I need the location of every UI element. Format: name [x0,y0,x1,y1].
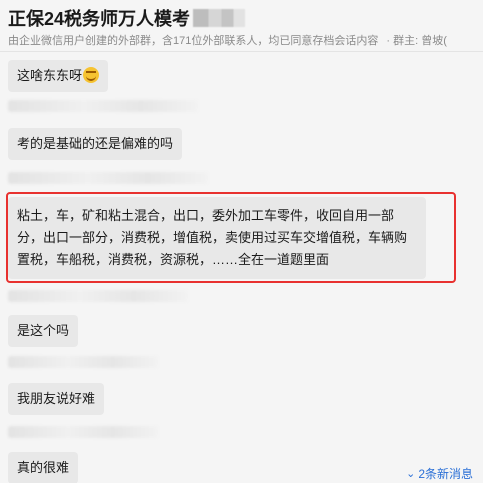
title-row: 正保24税务师万人模考 [8,5,246,31]
chat-header: 正保24税务师万人模考 由企业微信用户创建的外部群，含171位外部联系人，均已同… [0,0,483,52]
message-bubble[interactable]: 这啥东东呀 [8,60,109,92]
sender-name-redaction [8,290,188,302]
group-title[interactable]: 正保24税务师万人模考 [8,5,190,31]
message-text: 真的很难 [17,460,70,475]
face-with-hand-icon [83,67,100,83]
message-bubble[interactable]: 是这个吗 [8,315,79,347]
chat-window: 正保24税务师万人模考 由企业微信用户创建的外部群，含171位外部联系人，均已同… [0,0,483,483]
sender-name-redaction [8,426,158,438]
group-owner[interactable]: · 群主: 曾坡( [386,35,447,47]
new-messages-button[interactable]: ⌄ 2条新消息 [400,462,479,483]
sender-name-redaction [8,356,158,368]
title-redaction [193,9,246,27]
message-text: 这啥东东呀 [17,68,83,83]
message-bubble[interactable]: 粘土，车，矿和粘土混合，出口，委外加工车零件，收回自用一部分，出口一部分，消费税… [8,197,426,279]
group-description: 由企业微信用户创建的外部群，含171位外部联系人，均已同意存档会话内容 [8,35,379,47]
message-text: 我朋友说好难 [17,391,96,406]
message-list[interactable]: 这啥东东呀 考的是基础的还是偏难的吗 粘土，车，矿和粘土混合，出口，委外加工车零… [0,52,483,483]
sender-name-redaction [8,172,208,184]
chevron-down-icon: ⌄ [406,467,416,480]
message-text: 粘土，车，矿和粘土混合，出口，委外加工车零件，收回自用一部分，出口一部分，消费税… [17,208,408,267]
new-messages-label: 2条新消息 [418,466,473,481]
message-text: 是这个吗 [17,323,70,338]
sender-name-redaction [8,100,198,112]
message-text: 考的是基础的还是偏难的吗 [17,136,174,151]
message-bubble[interactable]: 我朋友说好难 [8,383,105,415]
message-bubble[interactable]: 考的是基础的还是偏难的吗 [8,128,183,160]
group-subtitle: 由企业微信用户创建的外部群，含171位外部联系人，均已同意存档会话内容 · 群主:… [8,32,447,48]
message-bubble[interactable]: 真的很难 [8,452,79,483]
